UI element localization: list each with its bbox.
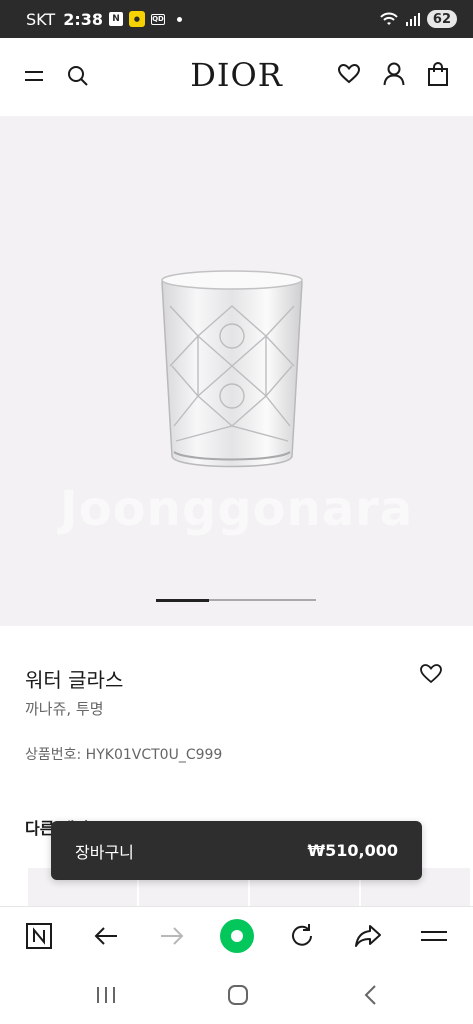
product-image-water-glass	[161, 270, 303, 468]
recent-apps-icon	[97, 987, 115, 1003]
browser-menu-button[interactable]	[416, 918, 452, 954]
share-icon	[355, 925, 381, 947]
bag-icon	[428, 62, 448, 86]
forward-arrow-icon	[161, 927, 184, 945]
share-button[interactable]	[350, 918, 386, 954]
naver-home-button[interactable]	[21, 918, 57, 954]
heart-icon	[338, 64, 360, 84]
add-to-cart-button[interactable]: 장바구니 ₩510,000	[51, 821, 422, 880]
recent-apps-button[interactable]	[91, 980, 121, 1010]
menu-icon	[421, 931, 447, 941]
forward-button[interactable]	[154, 918, 190, 954]
battery-indicator: 62	[426, 10, 457, 28]
carrier-label: SKT	[26, 9, 56, 29]
home-icon	[228, 985, 248, 1005]
back-icon	[364, 985, 376, 1005]
wifi-icon	[380, 12, 398, 25]
add-to-wishlist-button[interactable]	[420, 664, 446, 690]
back-arrow-icon	[94, 927, 117, 945]
carousel-progress-fill	[156, 598, 209, 602]
wishlist-button[interactable]	[333, 58, 365, 90]
product-sku: 상품번호: HYK01VCT0U_C999	[25, 747, 223, 763]
watermark: Joonggonara	[59, 481, 414, 537]
naver-green-dot-button[interactable]	[219, 918, 255, 954]
system-navigation-bar	[0, 964, 473, 1024]
account-icon	[383, 62, 405, 86]
product-image-gallery[interactable]: Joonggonara	[0, 116, 473, 626]
heart-icon	[420, 664, 442, 684]
back-button[interactable]	[88, 918, 124, 954]
naver-n-icon	[26, 923, 52, 949]
naver-notification-icon: N	[108, 12, 123, 26]
product-variant: 까나쥬, 투명	[25, 700, 104, 718]
more-notifications-icon	[176, 16, 182, 22]
cart-label: 장바구니	[75, 842, 134, 862]
carousel-progress	[156, 598, 316, 602]
kakao-notification-icon: ●	[128, 11, 145, 27]
refresh-icon	[292, 924, 312, 946]
naver-green-dot-icon	[220, 919, 254, 953]
home-button[interactable]	[223, 980, 253, 1010]
signal-icon	[405, 13, 420, 26]
system-back-button[interactable]	[356, 980, 386, 1010]
shopping-bag-button[interactable]	[422, 58, 454, 90]
clock: 2:38	[63, 9, 103, 29]
browser-toolbar	[0, 906, 473, 964]
status-bar: SKT 2:38 N ● QD 62	[0, 0, 473, 38]
account-button[interactable]	[378, 58, 410, 90]
product-title: 워터 글라스	[25, 668, 124, 692]
site-header: DIOR	[0, 38, 473, 116]
message-notification-icon: QD	[150, 13, 165, 25]
cart-price: ₩510,000	[307, 841, 398, 860]
refresh-button[interactable]	[284, 918, 320, 954]
